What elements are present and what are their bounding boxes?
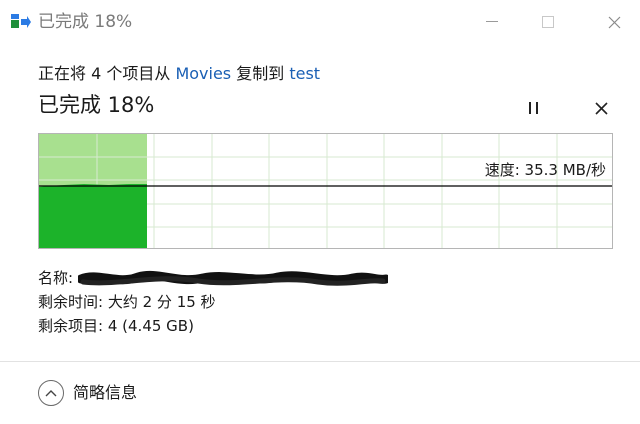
- time-remaining-label: 剩余时间:: [38, 293, 104, 311]
- less-details-label: 简略信息: [73, 383, 138, 402]
- cancel-icon: [594, 101, 608, 115]
- items-remaining-value: 4 (4.45 GB): [107, 317, 194, 335]
- time-remaining-value: 大约 2 分 15 秒: [107, 293, 216, 311]
- speed-readout: 速度: 35.3 MB/秒: [484, 161, 606, 179]
- destination-folder-link[interactable]: test: [289, 64, 320, 83]
- details-panel: 名称: 剩余时间: 大约 2 分 15 秒 剩余项目: 4 (4.45 GB): [38, 266, 391, 338]
- pause-button[interactable]: [522, 96, 546, 120]
- maximize-icon: [542, 16, 554, 28]
- pause-icon: [529, 102, 538, 114]
- footer-divider: [0, 361, 640, 362]
- detail-items-row: 剩余项目: 4 (4.45 GB): [38, 314, 388, 338]
- operation-description: 正在将 4 个项目从 Movies 复制到 test: [38, 62, 320, 86]
- speed-area: [39, 184, 147, 248]
- copy-app-icon: [11, 14, 31, 30]
- speed-graph-canvas: [39, 134, 612, 248]
- items-remaining-label: 剩余项目:: [38, 317, 104, 335]
- window-title: 已完成 18%: [38, 12, 133, 32]
- chevron-up-icon: [38, 380, 64, 406]
- progress-status: 已完成 18%: [38, 93, 155, 117]
- minimize-button[interactable]: [474, 8, 510, 36]
- detail-time-row: 剩余时间: 大约 2 分 15 秒: [38, 290, 388, 314]
- minimize-icon: [486, 21, 498, 22]
- title-bar: 已完成 18%: [0, 0, 640, 44]
- close-icon: [608, 16, 620, 28]
- redacted-file-name: [76, 269, 391, 289]
- cancel-copy-button[interactable]: [589, 96, 613, 120]
- maximize-button[interactable]: [530, 8, 566, 36]
- less-details-toggle[interactable]: 简略信息: [38, 380, 137, 406]
- operation-prefix: 正在将 4 个项目从: [38, 64, 176, 83]
- detail-name-row: 名称:: [38, 266, 391, 290]
- name-label: 名称:: [38, 269, 74, 287]
- source-folder-link[interactable]: Movies: [175, 64, 231, 83]
- operation-middle: 复制到: [231, 64, 290, 83]
- close-window-button[interactable]: [596, 8, 632, 36]
- transfer-speed-graph: 速度: 35.3 MB/秒: [38, 133, 613, 249]
